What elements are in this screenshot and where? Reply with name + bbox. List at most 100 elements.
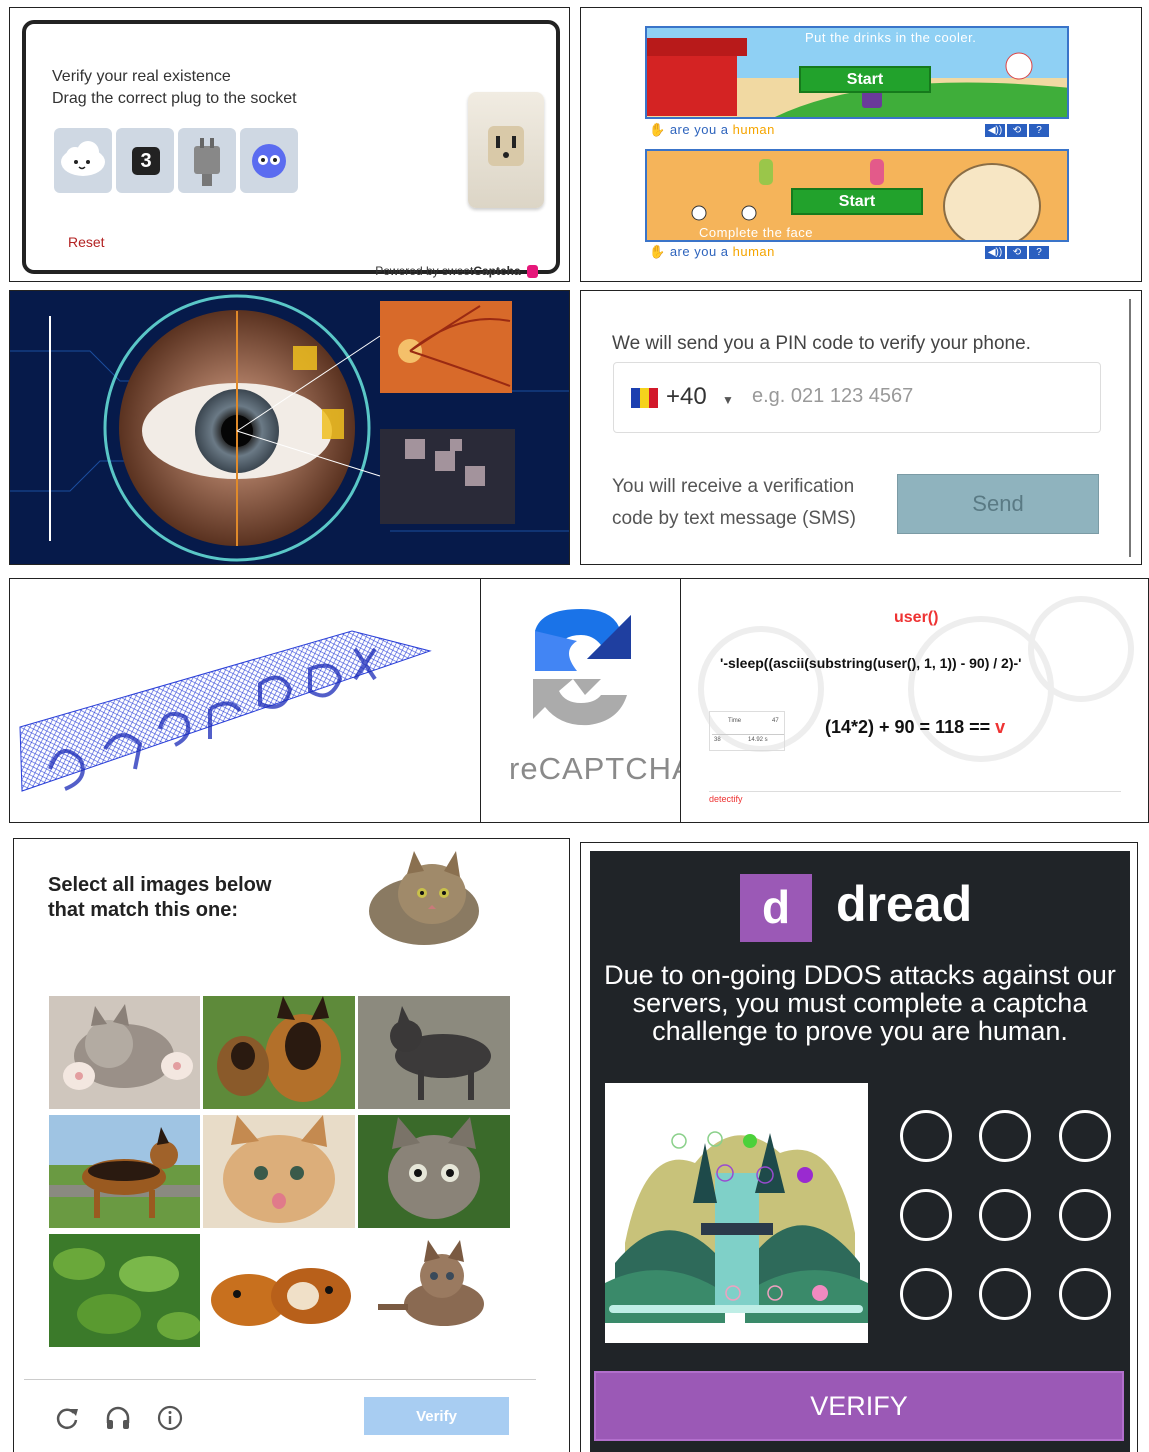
grid-image-1[interactable] xyxy=(49,996,200,1109)
chevron-down-icon[interactable]: ▼ xyxy=(722,393,734,407)
plug-tile[interactable] xyxy=(178,128,236,193)
divider xyxy=(709,791,1121,792)
hand-icon: ✋ xyxy=(649,122,666,137)
brand-prefix: are you a xyxy=(669,122,733,137)
dread-brand: dread xyxy=(836,876,973,932)
image-captcha-panel: Select all images below that match this … xyxy=(13,838,570,1452)
cloud-plug-tile[interactable] xyxy=(54,128,112,193)
sqli-slide: user() '-sleep((ascii(substring(user(), … xyxy=(680,578,1149,823)
powered-prefix: Powered by sweet xyxy=(375,264,474,278)
table-row-value: 14.92 s xyxy=(748,737,768,743)
grid-image-8[interactable] xyxy=(203,1234,355,1347)
pattern-dot-6[interactable] xyxy=(1059,1189,1111,1241)
brand-prefix: are you a xyxy=(669,244,733,259)
equation-text: (14*2) + 90 = 118 == xyxy=(825,717,996,737)
instruction-line1: Select all images below xyxy=(48,874,272,896)
sweetcaptcha-card: Verify your real existence Drag the corr… xyxy=(22,20,560,279)
pattern-dot-7[interactable] xyxy=(900,1268,952,1320)
areyouahuman-brand-1: ✋ are you a human xyxy=(649,122,775,138)
sqli-title: user() xyxy=(894,609,939,626)
phone-number-input[interactable]: e.g. 021 123 4567 xyxy=(752,385,913,408)
areyouahuman-brand-2: ✋ are you a human xyxy=(649,244,775,260)
timing-table: Time 47 38 14.92 s xyxy=(709,711,785,751)
sqli-payload: '-sleep((ascii(substring(user(), 1, 1)) … xyxy=(720,655,1022,671)
grid-image-4[interactable] xyxy=(49,1115,200,1228)
game-complete-face[interactable]: Complete the face Start xyxy=(645,149,1069,242)
sweetcaptcha-line1: Verify your real existence xyxy=(52,68,231,85)
start-button-game1[interactable]: Start xyxy=(799,66,931,93)
reference-cat-image xyxy=(369,851,479,945)
pattern-dot-5[interactable] xyxy=(979,1189,1031,1241)
pattern-dot-1[interactable] xyxy=(900,1110,952,1162)
romania-flag-icon[interactable] xyxy=(631,388,658,408)
recaptcha-panel: reCAPTCHA xyxy=(480,578,681,823)
phone-input-group: +40 ▼ e.g. 021 123 4567 xyxy=(613,362,1101,433)
hand-icon: ✋ xyxy=(649,244,666,259)
country-code[interactable]: +40 xyxy=(666,383,707,411)
grid-image-3[interactable] xyxy=(358,996,510,1109)
scrollbar[interactable] xyxy=(1129,299,1131,557)
dread-logo-icon: d xyxy=(740,874,812,942)
detectify-brand: detectify xyxy=(709,794,743,804)
grid-image-2[interactable] xyxy=(203,996,355,1109)
grid-image-7[interactable] xyxy=(49,1234,200,1347)
ddos-message: Due to on-going DDOS attacks against our… xyxy=(604,960,1116,1046)
owl-icon xyxy=(252,144,286,178)
socket-icon xyxy=(488,126,524,166)
sweetcaptcha-line2: Drag the correct plug to the socket xyxy=(52,90,297,107)
pattern-dot-8[interactable] xyxy=(979,1268,1031,1320)
captcha-landscape-image xyxy=(605,1083,868,1343)
table-row-id: 38 xyxy=(714,737,721,743)
refresh-icon[interactable]: ⟲ xyxy=(1007,124,1027,137)
dread-panel: d dread Due to on-going DDOS attacks aga… xyxy=(580,842,1138,1452)
reload-icon[interactable] xyxy=(52,1403,82,1433)
pattern-dot-4[interactable] xyxy=(900,1189,952,1241)
grid-image-6[interactable] xyxy=(358,1115,510,1228)
sweetcaptcha-logo-icon xyxy=(527,265,538,279)
game-drinks-cooler[interactable]: Put the drinks in the cooler. Start xyxy=(645,26,1069,119)
refresh-icon[interactable]: ⟲ xyxy=(1007,246,1027,259)
captcha-instruction: Select all images below that match this … xyxy=(48,873,271,923)
start-button-game2[interactable]: Start xyxy=(791,188,923,215)
grid-image-9[interactable] xyxy=(358,1234,510,1347)
owl-plug-tile[interactable] xyxy=(240,128,298,193)
image-grid xyxy=(49,996,510,1347)
dread-logo-letter: d xyxy=(761,881,791,933)
recaptcha-logo-icon xyxy=(533,609,631,726)
wireframe-text-illustration xyxy=(19,630,432,792)
send-button[interactable]: Send xyxy=(897,474,1099,534)
brand-suffix: human xyxy=(732,244,775,259)
grid-image-5[interactable] xyxy=(203,1115,355,1228)
sweetcaptcha-title: Verify your real existence Drag the corr… xyxy=(52,66,297,110)
audio-icon[interactable]: ◀)) xyxy=(985,124,1005,137)
sqli-equation: (14*2) + 90 = 118 == v xyxy=(825,717,1005,738)
verify-button[interactable]: Verify xyxy=(364,1397,509,1435)
pattern-dot-2[interactable] xyxy=(979,1110,1031,1162)
number-plug-tile[interactable]: 3 xyxy=(116,128,174,193)
equation-char: v xyxy=(995,717,1006,737)
help-icon[interactable]: ? xyxy=(1029,124,1049,137)
dread-card: d dread Due to on-going DDOS attacks aga… xyxy=(590,851,1130,1452)
help-icon[interactable]: ? xyxy=(1029,246,1049,259)
number-tile-label: 3 xyxy=(132,147,160,175)
recaptcha-label: reCAPTCHA xyxy=(509,751,681,786)
powered-by: Powered by sweetCaptcha xyxy=(375,264,538,279)
pattern-dot-3[interactable] xyxy=(1059,1110,1111,1162)
reset-link[interactable]: Reset xyxy=(68,234,105,250)
game1-caption: Put the drinks in the cooler. xyxy=(805,30,977,45)
headphones-icon[interactable] xyxy=(103,1403,133,1433)
table-header: Time xyxy=(728,718,742,724)
sms-info: You will receive a verification code by … xyxy=(612,476,856,529)
audio-icon[interactable]: ◀)) xyxy=(985,246,1005,259)
cloud-icon xyxy=(61,141,105,176)
sweetcaptcha-panel: Verify your real existence Drag the corr… xyxy=(9,7,570,282)
brand-suffix: human xyxy=(732,122,775,137)
pattern-dot-9[interactable] xyxy=(1059,1268,1111,1320)
pin-verify-panel: We will send you a PIN code to verify yo… xyxy=(580,290,1142,565)
mesh-captcha-image xyxy=(9,578,481,823)
eye-scan-image xyxy=(9,290,570,565)
plug-icon xyxy=(194,138,220,186)
socket-target[interactable] xyxy=(468,92,544,208)
info-icon[interactable] xyxy=(155,1403,185,1433)
dread-verify-button[interactable]: VERIFY xyxy=(594,1371,1124,1441)
